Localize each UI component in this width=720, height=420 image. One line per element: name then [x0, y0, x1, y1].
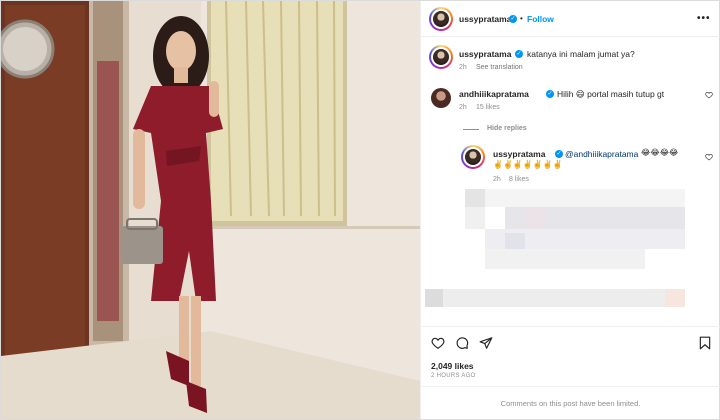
caption-username[interactable]: ussypratama: [459, 49, 511, 59]
likes-count[interactable]: 2,049 likes: [431, 361, 474, 371]
verified-icon: ✓: [515, 50, 523, 58]
comment-username[interactable]: andhiiikapratama: [459, 89, 529, 99]
reply-username[interactable]: ussypratama: [493, 149, 545, 159]
post-header: ussypratama ✓ • Follow •••: [421, 1, 720, 37]
comment-like-heart-icon[interactable]: [705, 91, 713, 99]
reply-likes[interactable]: 8 likes: [509, 176, 529, 183]
caption-avatar-ring[interactable]: [429, 45, 453, 69]
reply-time[interactable]: 2h: [493, 176, 501, 183]
post-timestamp[interactable]: 2 HOURS AGO: [431, 373, 476, 379]
avatar: [465, 149, 481, 165]
comment-likes[interactable]: 15 likes: [476, 104, 500, 111]
author-username[interactable]: ussypratama: [459, 14, 511, 24]
comments-panel: ussypratama ✓ • Follow ••• ussypratama ✓…: [420, 1, 720, 419]
caption-text: katanya ini malam jumat ya?: [527, 49, 635, 59]
photo-illustration: [1, 1, 420, 419]
verified-icon: ✓: [546, 90, 554, 98]
like-heart-icon[interactable]: [431, 336, 445, 350]
hide-replies-button[interactable]: Hide replies: [487, 125, 527, 132]
reply-emojis-line2: ✌️✌️✌️✌️✌️✌️✌️: [493, 160, 563, 169]
commenter-avatar[interactable]: [431, 88, 451, 108]
separator-dot: •: [520, 14, 523, 23]
reply-emojis-line1: 😂😂😂😂: [641, 148, 679, 157]
see-translation-link[interactable]: See translation: [476, 64, 523, 71]
comments-limited-notice: Comments on this post have been limited.: [421, 386, 720, 419]
replies-divider: [463, 129, 479, 130]
save-bookmark-icon[interactable]: [699, 336, 711, 350]
post-photo[interactable]: [1, 1, 420, 419]
follow-button[interactable]: Follow: [527, 14, 554, 24]
reply-mention[interactable]: @andhiiikapratama: [565, 149, 638, 159]
reply-like-heart-icon[interactable]: [705, 153, 713, 161]
reply-avatar-ring[interactable]: [461, 145, 485, 169]
avatar: [433, 49, 449, 65]
post-actions: 2,049 likes 2 HOURS AGO: [421, 326, 720, 386]
verified-icon: ✓: [555, 150, 563, 158]
comment-text: Hilih 😄 portal masih tutup gt: [557, 89, 665, 99]
author-avatar-ring[interactable]: [429, 7, 453, 31]
comment-bubble-icon[interactable]: [455, 336, 469, 350]
post-modal: ussypratama ✓ • Follow ••• ussypratama ✓…: [0, 0, 720, 420]
comment-time[interactable]: 2h: [459, 104, 467, 111]
verified-icon: ✓: [509, 15, 517, 23]
share-send-icon[interactable]: [479, 336, 493, 350]
avatar: [433, 11, 449, 27]
caption-time[interactable]: 2h: [459, 64, 467, 71]
more-options-icon[interactable]: •••: [697, 13, 711, 24]
